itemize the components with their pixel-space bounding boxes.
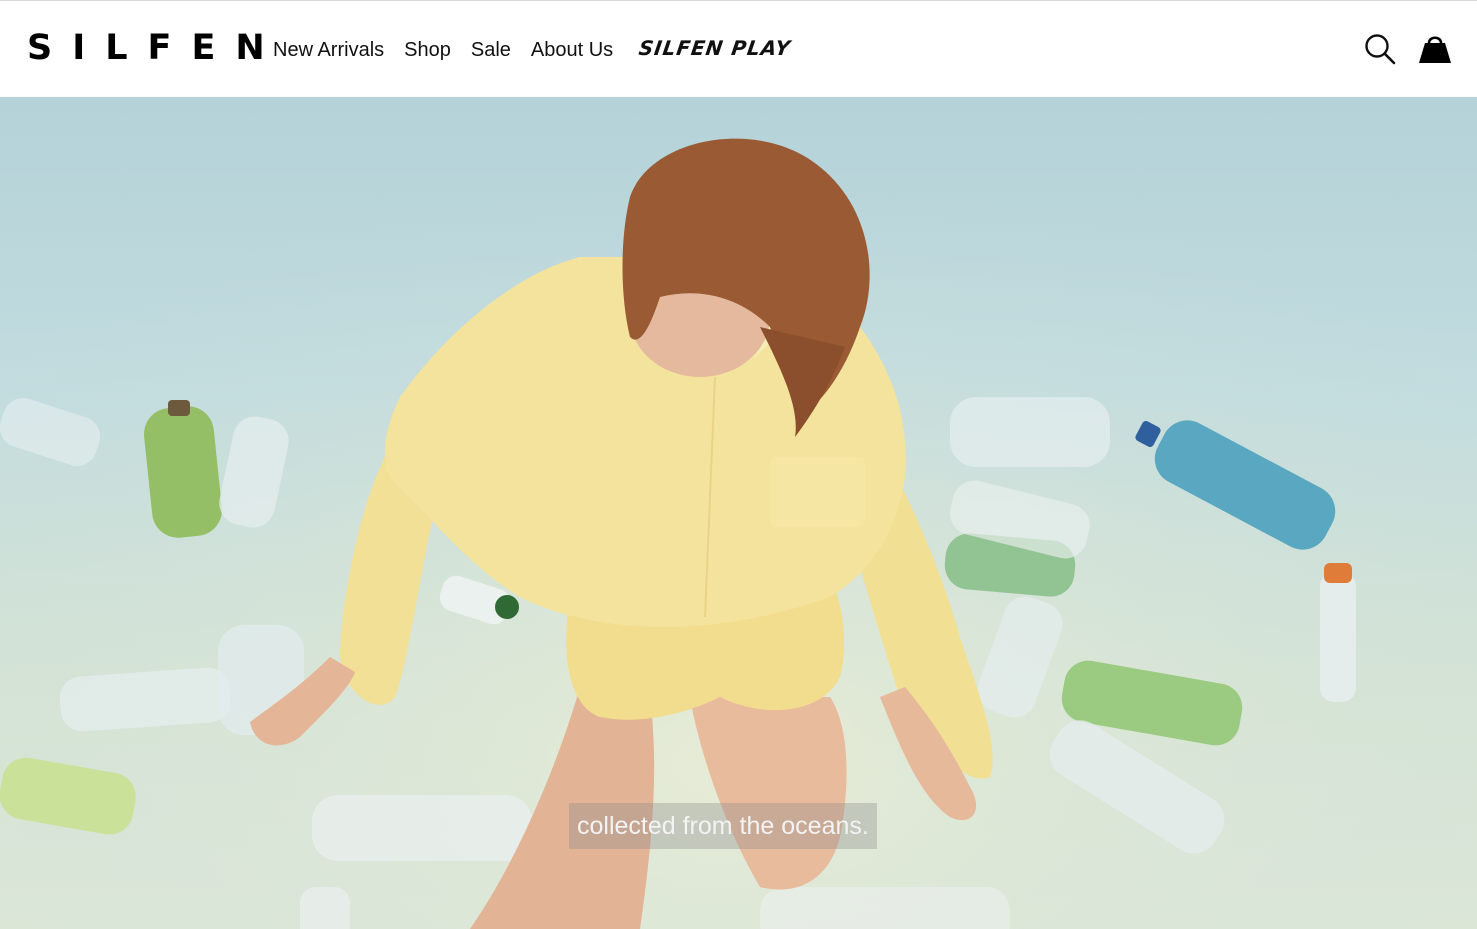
bottle-cap (495, 595, 519, 619)
silfen-play-link[interactable]: SILFEN PLAY (637, 35, 792, 61)
bottle (950, 397, 1110, 467)
site-logo[interactable]: SILFEN (27, 28, 285, 68)
main-nav: New Arrivals Shop Sale About Us (273, 37, 633, 63)
cart-button[interactable] (1417, 31, 1453, 67)
nav-shop[interactable]: Shop (404, 37, 451, 63)
search-button[interactable] (1362, 31, 1398, 67)
video-caption: collected from the oceans. (569, 803, 877, 849)
bottle (312, 795, 532, 861)
bottle-cap (1324, 563, 1352, 583)
search-icon (1365, 34, 1396, 65)
site-header: SILFEN New Arrivals Shop Sale About Us S… (0, 0, 1477, 97)
bottle (1320, 572, 1356, 702)
bottle (300, 887, 350, 929)
nav-new-arrivals[interactable]: New Arrivals (273, 37, 384, 63)
nav-about-us[interactable]: About Us (531, 37, 613, 63)
hero-video[interactable]: collected from the oceans. (0, 97, 1477, 929)
nav-sale[interactable]: Sale (471, 37, 511, 63)
shopping-bag-icon (1419, 36, 1451, 63)
bottle (760, 887, 1010, 929)
